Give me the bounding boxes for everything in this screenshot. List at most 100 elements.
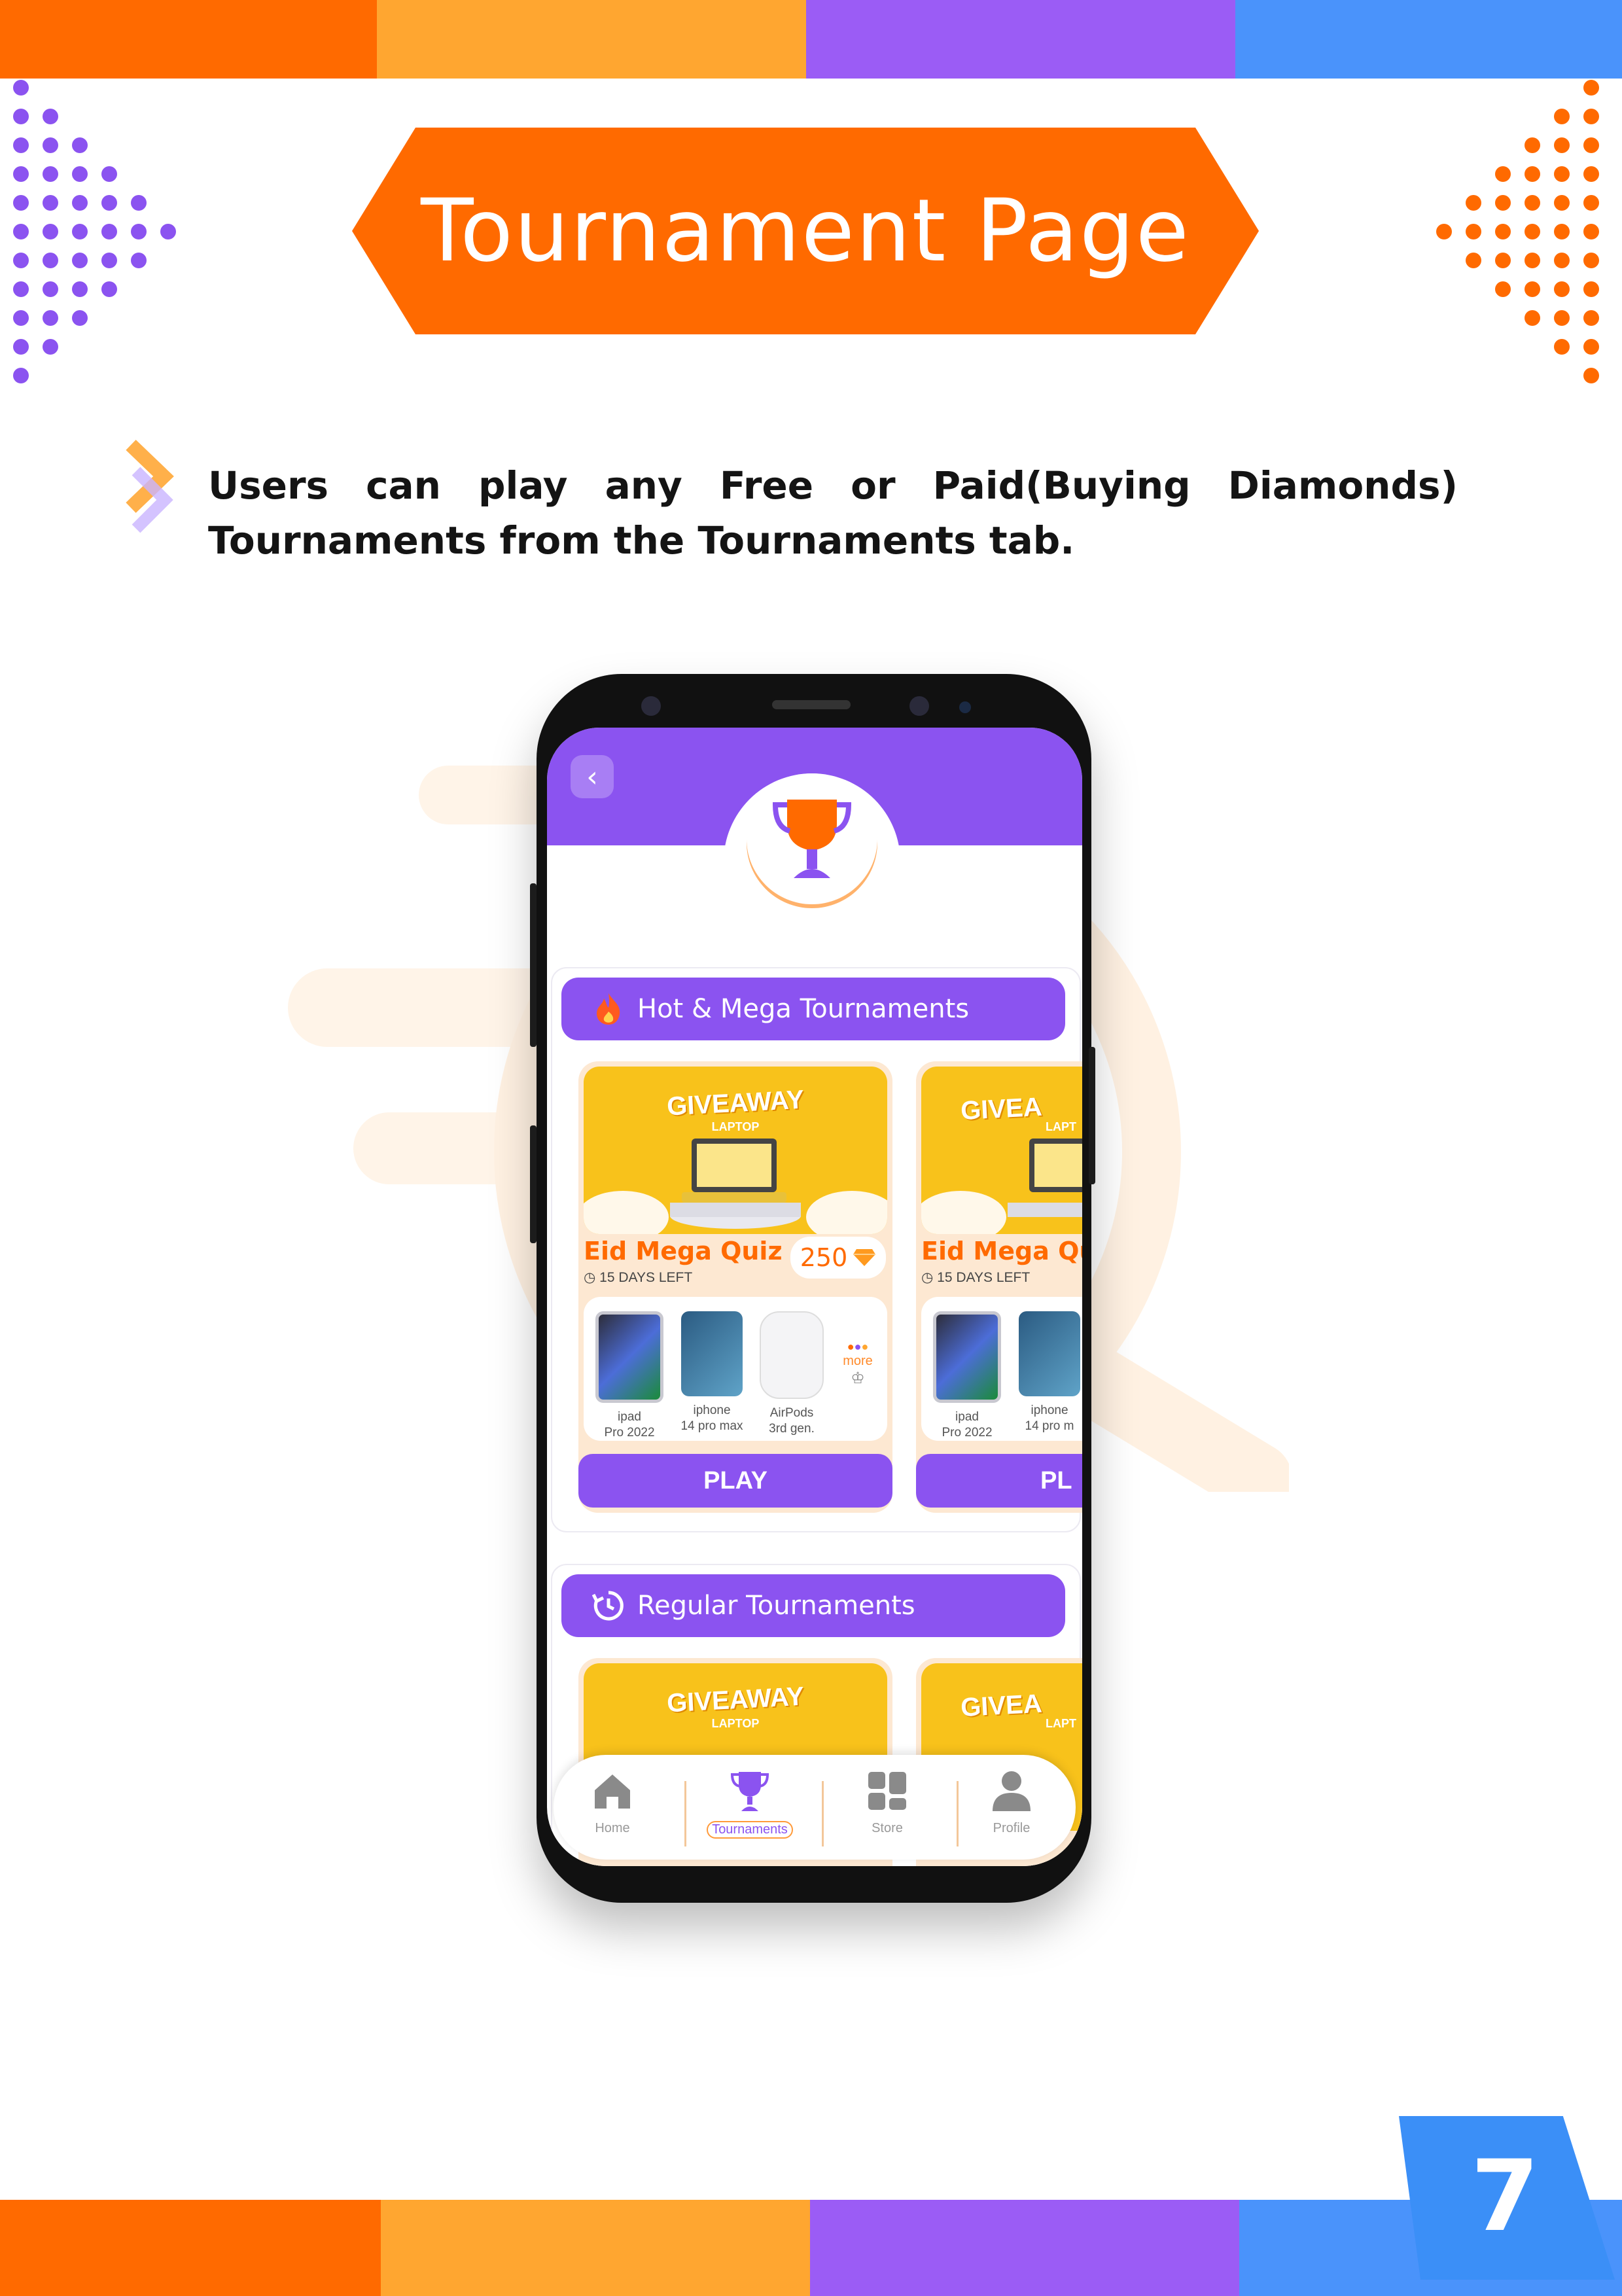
tournament-card[interactable]: GIVEA LAPT Eid Mega Qui: ◷ 15 DAYS LEFT …	[916, 1061, 1082, 1513]
decoration-dot	[1583, 253, 1599, 268]
giveaway-banner: GIVEAWAY LAPTOP	[584, 1067, 887, 1234]
prize-label: iphone	[1031, 1404, 1068, 1417]
decoration-dot	[1525, 195, 1540, 211]
decoration-dot	[1525, 137, 1540, 153]
more-prizes[interactable]: ●●● more ♔	[835, 1340, 881, 1388]
decoration-dot	[43, 166, 58, 182]
decoration-dot	[1525, 224, 1540, 239]
decoration-dot	[13, 195, 29, 211]
decoration-dot	[1436, 224, 1452, 239]
decoration-dot	[1495, 224, 1511, 239]
refresh-clock-icon	[590, 1587, 627, 1624]
decoration-dot	[131, 253, 147, 268]
nav-home[interactable]: Home	[554, 1768, 671, 1853]
decoration-dot	[1495, 281, 1511, 297]
play-button[interactable]: PL	[916, 1454, 1082, 1508]
prize-label: ipad	[618, 1410, 641, 1424]
decoration-dot	[160, 224, 176, 239]
intro-text: Users can play any Free or Paid(Buying D…	[208, 463, 1458, 563]
banner-title: GIVEA	[960, 1689, 1043, 1723]
decoration-dot	[1583, 137, 1599, 153]
prize-item: iphone 14 pro m	[1013, 1311, 1082, 1434]
decoration-dot	[1583, 281, 1599, 297]
phone-camera	[909, 696, 929, 716]
regular-header: Regular Tournaments	[561, 1574, 1065, 1637]
play-label: PL	[1040, 1466, 1072, 1494]
decoration-dot	[1554, 166, 1570, 182]
decoration-dot	[13, 253, 29, 268]
prize-label: 14 pro max	[680, 1419, 743, 1433]
decoration-dot	[1554, 224, 1570, 239]
nav-profile[interactable]: Profile	[953, 1768, 1070, 1853]
tournament-name: Eid Mega Quiz	[584, 1237, 783, 1265]
decoration-dot	[1554, 310, 1570, 326]
nav-store[interactable]: Store	[828, 1768, 946, 1853]
prize-item: ipad Pro 2022	[593, 1311, 666, 1441]
decoration-dot	[1583, 224, 1599, 239]
decoration-dot	[1525, 166, 1540, 182]
prize-label: Pro 2022	[604, 1426, 655, 1439]
play-button[interactable]: PLAY	[578, 1454, 892, 1508]
flame-icon	[590, 991, 627, 1027]
decoration-dot	[1554, 281, 1570, 297]
trophy-badge	[747, 773, 877, 904]
decoration-dot	[1583, 80, 1599, 96]
title-banner: Tournament Page	[352, 128, 1259, 334]
prize-item: AirPods 3rd gen.	[755, 1311, 828, 1437]
decoration-dot	[43, 109, 58, 124]
decoration-dot	[1583, 166, 1599, 182]
tournament-card[interactable]: GIVEAWAY LAPTOP Eid Mega Quiz ◷ 15 DAYS …	[578, 1061, 892, 1513]
days-left-text: 15 DAYS LEFT	[599, 1270, 693, 1285]
decoration-dot	[1495, 195, 1511, 211]
phone-side-button	[530, 883, 537, 1047]
decoration-dot	[1466, 195, 1481, 211]
decoration-dot	[131, 224, 147, 239]
more-label: more	[843, 1354, 873, 1368]
chevron-left-icon: ‹	[586, 760, 598, 794]
decoration-dot	[72, 281, 88, 297]
nav-label: Profile	[993, 1821, 1031, 1835]
phone-side-button	[530, 1125, 537, 1243]
decoration-dot	[101, 281, 117, 297]
nav-tournaments[interactable]: Tournaments	[691, 1768, 809, 1853]
decoration-dot	[13, 80, 29, 96]
days-left: ◷ 15 DAYS LEFT	[921, 1270, 1031, 1285]
decoration-dot	[72, 310, 88, 326]
decoration-dot	[1525, 281, 1540, 297]
giveaway-banner: GIVEA LAPT	[921, 1067, 1082, 1234]
days-left-text: 15 DAYS LEFT	[937, 1270, 1031, 1285]
regular-title: Regular Tournaments	[637, 1591, 915, 1621]
user-icon	[993, 1771, 1031, 1811]
decoration-dot	[1583, 109, 1599, 124]
prize-item: iphone 14 pro max	[675, 1311, 749, 1434]
decoration-dot	[13, 224, 29, 239]
decoration-dot	[1554, 109, 1570, 124]
decoration-dot	[1466, 224, 1481, 239]
laptop-illustration	[921, 1139, 1082, 1234]
nav-label: Tournaments	[707, 1821, 793, 1839]
decoration-dot	[72, 253, 88, 268]
decoration-dot	[1525, 253, 1540, 268]
decoration-dot	[1554, 253, 1570, 268]
top-stripe-light-orange	[377, 0, 806, 79]
decoration-dot	[1554, 339, 1570, 355]
decoration-dot	[13, 339, 29, 355]
phone-side-button	[1089, 1047, 1095, 1184]
prize-label: 3rd gen.	[769, 1422, 815, 1436]
trophy-small-icon: ♔	[851, 1369, 865, 1387]
airpods-image	[760, 1311, 824, 1399]
chevron-bullet-icon	[124, 438, 183, 537]
back-button[interactable]: ‹	[571, 755, 614, 798]
decoration-dot	[1495, 253, 1511, 268]
decoration-dot	[43, 137, 58, 153]
decoration-dot	[1583, 339, 1599, 355]
bottom-stripe-purple	[810, 2200, 1239, 2296]
grid-icon	[868, 1772, 906, 1810]
bottom-stripe-orange	[0, 2200, 381, 2296]
hot-mega-header: Hot & Mega Tournaments	[561, 978, 1065, 1040]
decoration-dot	[1525, 310, 1540, 326]
right-dot-arrow-decoration	[1433, 72, 1616, 386]
decoration-dot	[1583, 368, 1599, 383]
prize-label: iphone	[693, 1404, 731, 1417]
decoration-dot	[13, 109, 29, 124]
